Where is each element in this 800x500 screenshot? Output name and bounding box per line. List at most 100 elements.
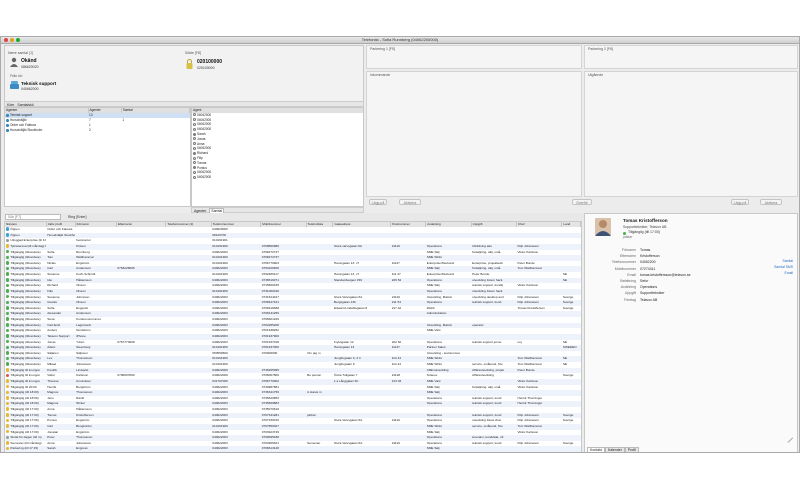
presence-text: Tillgänglig (tillverdare) [10, 255, 41, 260]
presence-text: Tillgänglig (tillverdare) [10, 350, 41, 355]
agent-row[interactable]: 04062000 [192, 175, 363, 180]
table-cell [516, 446, 562, 452]
presence-text: Semester (till måndag) [10, 440, 42, 445]
presence-status-icon [6, 424, 10, 428]
hangup-incoming-button[interactable]: Lägg på [369, 199, 387, 205]
presence-status-icon [6, 328, 10, 333]
queue-name: Teknisk support [21, 81, 57, 86]
presence-status-icon [6, 272, 10, 276]
contact-field-value: 07274411 [640, 266, 656, 271]
agent-list-panel: Agent 04062000 04062000 04062000 04062000 Sa… [191, 107, 364, 207]
searched-number-small: 020100000 [197, 66, 215, 70]
presence-status-icon [6, 345, 10, 349]
agent-status-icon [193, 113, 196, 117]
pen-icon[interactable] [787, 436, 794, 444]
parking-2[interactable]: Parkering 2 [F6] [584, 45, 798, 69]
ring-button[interactable]: Ring [Enter] [68, 214, 86, 220]
presence-text: Tillgänglig (till 17:00) [10, 407, 39, 411]
contact-field-key: Befattning [620, 279, 636, 283]
incoming-area: Inkommande [366, 71, 582, 197]
parking-1[interactable]: Parkering 1 [F5] [366, 45, 582, 69]
table-cell: 0706613128 [260, 446, 307, 452]
contact-title: Supporttekniker, Telavox AB [623, 225, 667, 229]
window-title: Telefonist - Sofia Runnberg (04062200000… [361, 37, 439, 42]
presence-status-icon [6, 227, 10, 231]
presence-text: Tjänsteresa (till måndag) Filip [10, 243, 46, 248]
presence-status-icon [6, 396, 10, 400]
link-email[interactable]: Email [785, 271, 793, 275]
contact-tabs: Kontakt Kalender Profil [587, 447, 639, 452]
presence-status-icon [6, 306, 10, 310]
presence-status-icon [6, 362, 10, 366]
search-input[interactable] [5, 214, 61, 220]
agent-table: Agent 04062000 04062000 04062000 04062000 Sa… [192, 108, 363, 180]
agent-name: 04062000 [197, 122, 212, 127]
presence-text: Tillgänglig (tillverdare) [10, 260, 41, 265]
from-queue-label: Från kö: [10, 74, 23, 78]
agent-status-icon [193, 175, 196, 179]
presence-status-icon [6, 255, 10, 259]
table-cell: Huvudväljkt Stockholm [46, 232, 76, 239]
activate-incoming-button[interactable]: Aktivera [399, 199, 421, 205]
table-cell [116, 446, 166, 452]
agent-status-icon [193, 151, 196, 155]
presence-text: Tillgänglig (tillverdare) [10, 249, 41, 254]
tab-contact[interactable]: Kontakt [587, 447, 605, 452]
close-window-button[interactable] [4, 38, 8, 42]
table-cell: Engman [75, 446, 117, 452]
queue-icon [6, 113, 9, 117]
agent-name: Pontus [197, 165, 207, 170]
avatar [595, 218, 611, 236]
outgoing-label: Utgående [588, 73, 604, 77]
presence-status-icon [6, 317, 10, 321]
agent-status-icon [193, 132, 196, 136]
tab-profile[interactable]: Profil [624, 447, 639, 452]
agent-status-icon [193, 171, 196, 175]
agent-name: Anna [197, 141, 205, 146]
presence-status-icon [6, 373, 10, 378]
minimize-window-button[interactable] [10, 38, 14, 42]
queue-row-agents: 2 [89, 128, 91, 132]
queue-row-calls [121, 128, 189, 133]
zoom-window-button[interactable] [16, 38, 20, 42]
queue-icon [6, 123, 9, 127]
presence-text: Tillgänglig (tillverdare) [10, 328, 41, 333]
presence-text: Tillgänglig till imorgon [10, 373, 41, 378]
person-icon [10, 57, 18, 68]
hangup-outgoing-button[interactable]: Lägg på [731, 199, 749, 205]
presence-text: Tillgänglig (till 17:00) [10, 418, 39, 423]
contact-card: Tomas Kristofferson Supporttekniker, Tel… [584, 213, 798, 452]
presence-text: Tillgänglig till 20:00 [10, 384, 37, 389]
phone-icon [10, 81, 19, 90]
contact-field-row: Uppgift Supporttekniker [585, 291, 797, 297]
presence-text: Parkering (till 17:15) [10, 446, 39, 451]
link-call-sms[interactable]: Samtal SMS [774, 265, 793, 269]
presence-text: Tillgänglig (tillverdare) [10, 294, 41, 299]
contact-field-value: tomas.kristoffersson@telavox.se [640, 272, 691, 277]
contact-field-row: Telefonnummer 04062200 [585, 260, 797, 266]
queue-table: Agenter Agenter Samtal Teknisk support 13… [5, 108, 190, 133]
agent-name: Sarah [197, 131, 206, 136]
transfer-button[interactable]: Överför [572, 199, 592, 205]
agent-name: Tomas [197, 160, 207, 165]
queue-row-name: Huvudväljkt Stockholm [10, 128, 43, 132]
contact-field-key: Avdelning [620, 285, 636, 290]
presence-status-icon [6, 339, 10, 344]
link-call[interactable]: Samtal [782, 259, 793, 263]
queue-row[interactable]: Huvudväljkt Stockholm 2 [5, 128, 190, 133]
parking-1-label: Parkering 1 [F5] [370, 47, 395, 51]
tab-calendar[interactable]: Kalender [604, 447, 625, 452]
presence-status-icon [6, 407, 10, 411]
agent-name: 04062000 [197, 175, 212, 180]
presence-text: Tillgänglig (till 17:00) [10, 412, 39, 417]
agent-status-icon [193, 156, 196, 160]
presence-status-icon [6, 289, 10, 293]
table-cell [390, 446, 426, 452]
presence-text: Tillgänglig (till 17:00) [10, 429, 39, 434]
contact-field-key: Telefonnummer [611, 260, 636, 265]
table-row[interactable]: Parkering (till 17:15) Sarah Engman 0406220… [5, 446, 581, 452]
caller-name: Okänd [21, 58, 37, 64]
parking-2-label: Parkering 2 [F6] [588, 47, 613, 51]
activate-outgoing-button[interactable]: Aktivera [760, 199, 782, 205]
presence-status-icon [6, 435, 10, 439]
